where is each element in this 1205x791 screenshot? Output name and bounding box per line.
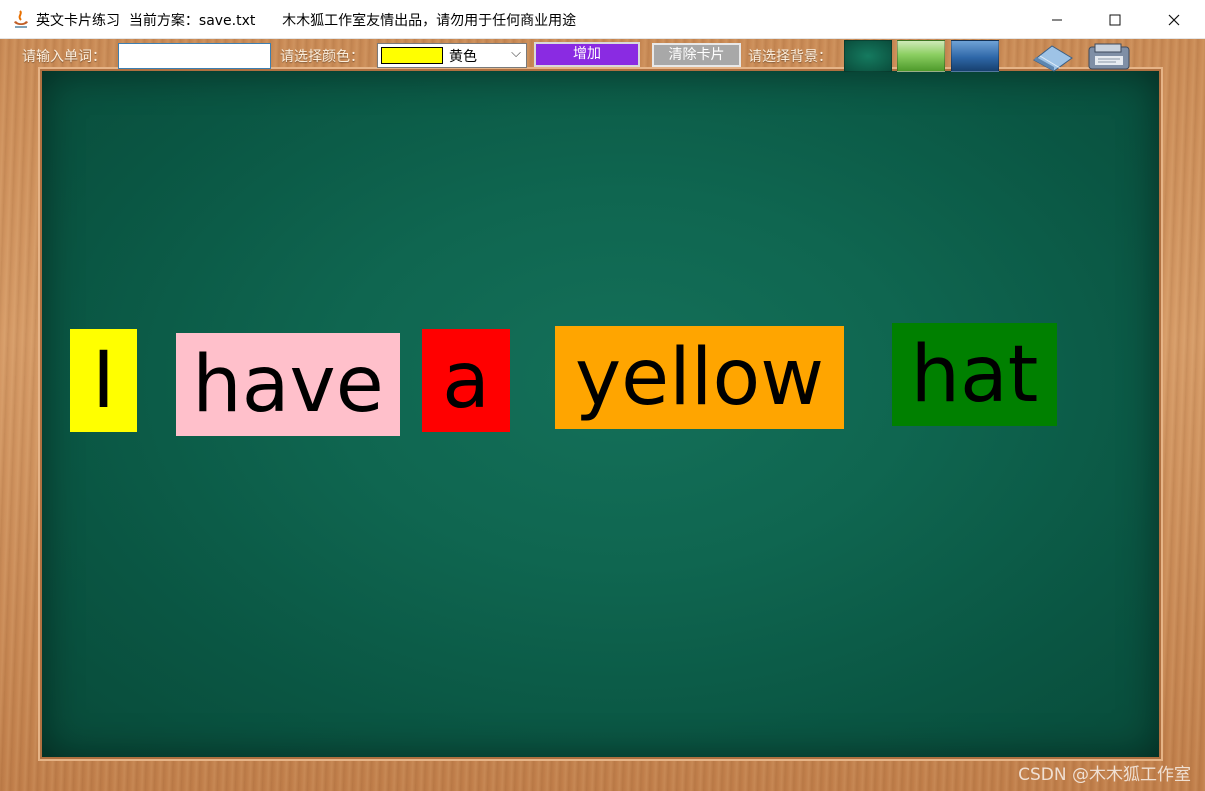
add-card-button[interactable]: 增加 bbox=[534, 42, 640, 67]
maximize-button[interactable] bbox=[1086, 0, 1144, 39]
maximize-icon bbox=[1109, 14, 1121, 25]
word-card-i[interactable]: I bbox=[70, 329, 137, 432]
word-card-yellow[interactable]: yellow bbox=[555, 326, 844, 429]
color-select[interactable]: 黄色 ⌵ bbox=[377, 43, 527, 68]
color-name: 黄色 bbox=[449, 48, 477, 65]
chevron-down-icon: ⌵ bbox=[511, 46, 521, 61]
minimize-icon bbox=[1052, 19, 1062, 20]
word-card-have[interactable]: have bbox=[176, 333, 400, 436]
java-app-icon bbox=[14, 10, 28, 28]
close-icon bbox=[1168, 14, 1180, 25]
watermark: CSDN @木木狐工作室 bbox=[1018, 765, 1191, 785]
word-card-a[interactable]: a bbox=[422, 329, 510, 432]
background-blue-thumb[interactable] bbox=[951, 40, 999, 72]
eraser-icon[interactable] bbox=[1030, 42, 1076, 72]
close-button[interactable] bbox=[1145, 0, 1203, 39]
color-swatch bbox=[381, 47, 443, 64]
word-card-hat[interactable]: hat bbox=[892, 323, 1057, 426]
clear-cards-button[interactable]: 清除卡片 bbox=[652, 43, 741, 67]
word-label: 请输入单词： bbox=[22, 49, 106, 65]
title-bar: 英文卡片练习 当前方案：save.txt 木木狐工作室友情出品，请勿用于任何商业… bbox=[0, 0, 1205, 39]
minimize-button[interactable] bbox=[1028, 0, 1086, 39]
save-icon[interactable] bbox=[1086, 42, 1132, 72]
background-green-board-thumb[interactable] bbox=[844, 40, 892, 72]
color-label: 请选择颜色： bbox=[280, 49, 364, 65]
word-input[interactable] bbox=[118, 43, 271, 69]
background-grass-thumb[interactable] bbox=[897, 40, 945, 72]
window-title: 英文卡片练习 当前方案：save.txt 木木狐工作室友情出品，请勿用于任何商业… bbox=[36, 13, 577, 29]
background-label: 请选择背景： bbox=[748, 49, 832, 65]
